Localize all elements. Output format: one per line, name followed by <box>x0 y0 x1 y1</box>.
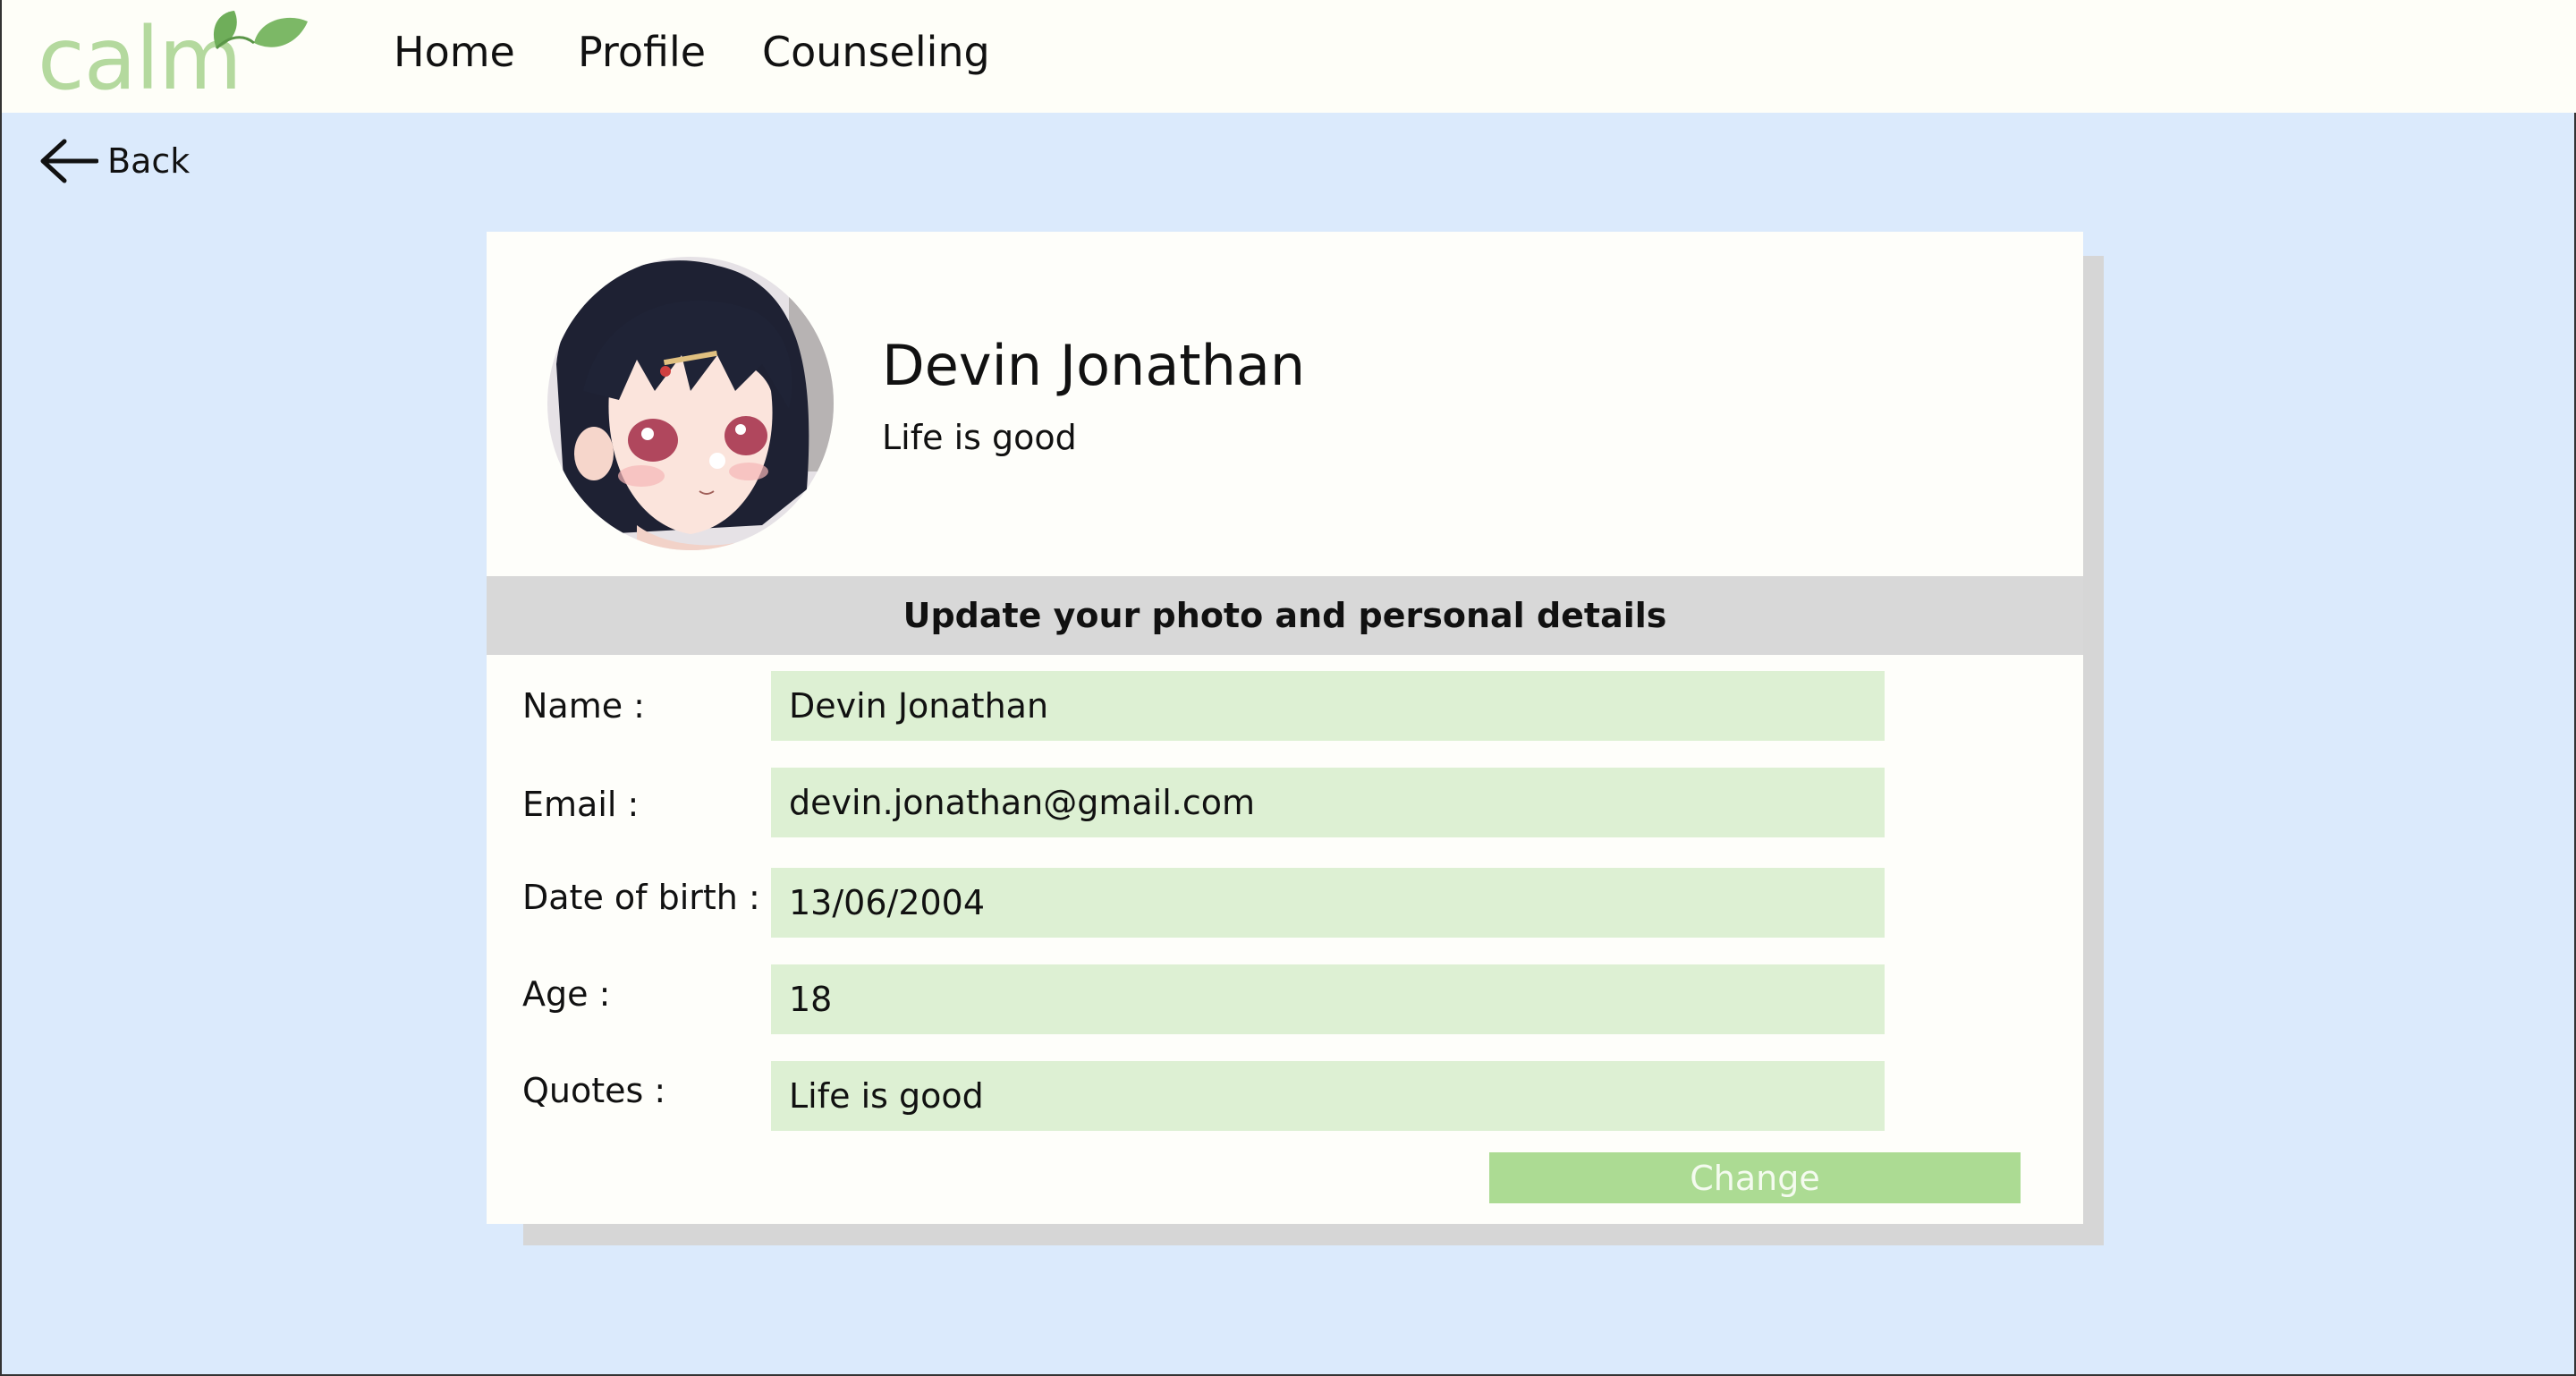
email-field[interactable] <box>771 768 1885 837</box>
avatar-image <box>547 257 834 550</box>
dob-field[interactable] <box>771 868 1885 938</box>
leaf-icon <box>213 11 308 50</box>
back-button[interactable]: Back <box>39 136 190 186</box>
age-field[interactable] <box>771 964 1885 1034</box>
top-nav-bar: calm Home Profile Counseling <box>2 0 2576 113</box>
section-title: Update your photo and personal details <box>902 596 1667 635</box>
nav-counseling[interactable]: Counseling <box>762 25 990 79</box>
nav-home[interactable]: Home <box>394 25 515 79</box>
section-header: Update your photo and personal details <box>487 576 2083 655</box>
profile-name: Devin Jonathan <box>882 333 1306 398</box>
profile-card: Devin Jonathan Life is good Update your … <box>487 232 2083 1224</box>
name-label: Name : <box>522 686 645 726</box>
name-field[interactable] <box>771 671 1885 741</box>
quotes-field[interactable] <box>771 1061 1885 1131</box>
profile-quote: Life is good <box>882 418 1077 457</box>
age-label: Age : <box>522 974 611 1014</box>
email-label: Email : <box>522 785 640 824</box>
dob-label: Date of birth : <box>522 878 760 917</box>
nav-profile[interactable]: Profile <box>578 25 706 79</box>
change-button[interactable]: Change <box>1489 1152 2021 1203</box>
back-label: Back <box>107 141 191 181</box>
avatar[interactable] <box>547 257 834 550</box>
calm-logo[interactable]: calm <box>38 4 308 104</box>
quotes-label: Quotes : <box>522 1071 666 1110</box>
arrow-left-icon <box>40 139 98 183</box>
